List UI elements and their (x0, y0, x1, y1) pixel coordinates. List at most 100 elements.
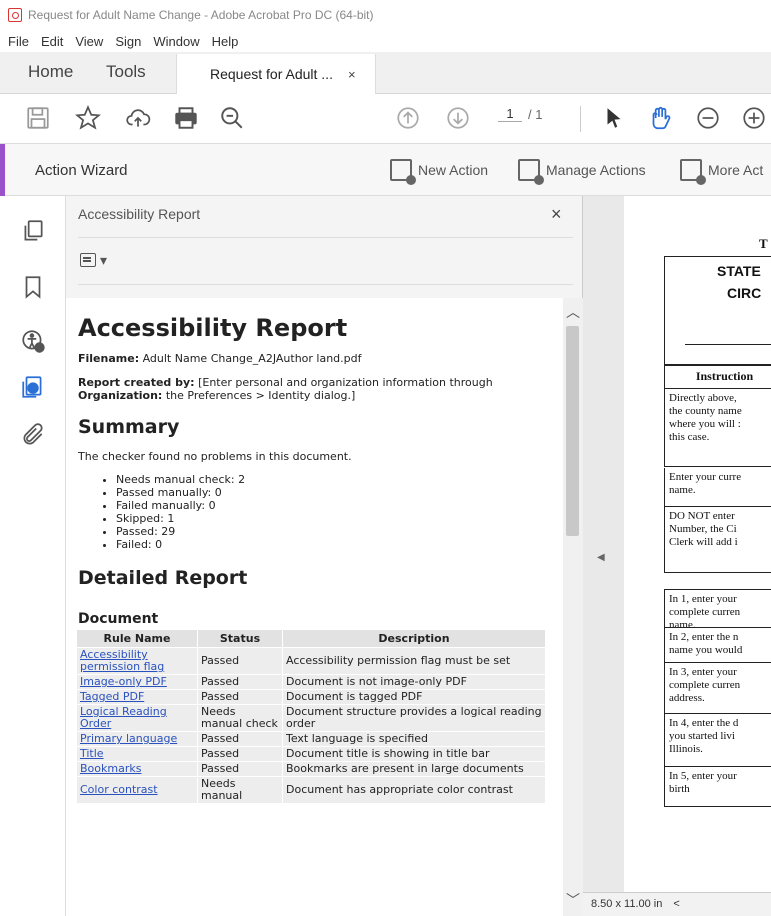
zoom-search-icon[interactable] (218, 104, 246, 132)
summary-text: The checker found no problems in this do… (78, 450, 352, 463)
rule-link[interactable]: Primary language (77, 732, 197, 746)
rule-status: Passed (198, 648, 282, 674)
new-action-label: New Action (418, 162, 489, 178)
page-thumbnails-icon[interactable] (20, 218, 46, 244)
tab-home[interactable]: Home (28, 62, 73, 82)
instruction-cell: Enter your curre name. (664, 468, 771, 507)
bookmarks-icon[interactable] (20, 274, 46, 300)
column-header: Status (198, 630, 282, 647)
rule-link[interactable]: Color contrast (77, 777, 197, 803)
scroll-up-icon[interactable]: ︿ (566, 302, 580, 322)
page-size: 8.50 x 11.00 in (591, 898, 663, 910)
menu-sign[interactable]: Sign (115, 34, 141, 49)
rule-status: Passed (198, 747, 282, 761)
rule-status: Passed (198, 675, 282, 689)
rule-link[interactable]: Title (77, 747, 197, 761)
save-icon[interactable] (24, 104, 52, 132)
new-action-button[interactable]: New Action (390, 159, 489, 185)
state-heading: STATE (717, 263, 761, 279)
table-row: Accessibility permission flag Passed Acc… (77, 648, 545, 674)
instruction-line: name. (669, 619, 696, 628)
cloud-upload-icon[interactable] (124, 104, 152, 132)
instruction-line: In 2, enter the n (669, 631, 739, 643)
scroll-down-icon[interactable]: ﹀ (566, 890, 580, 910)
attachments-paperclip-icon[interactable] (20, 422, 46, 448)
tab-document-label: Request for Adult ... (210, 66, 333, 82)
instruction-line: Enter your curre (669, 471, 742, 483)
collapse-panel-icon[interactable]: ◀ (597, 552, 605, 563)
tab-document[interactable]: Request for Adult ... × (176, 54, 376, 94)
instruction-line: name you would (669, 644, 743, 656)
instruction-cell: In 1, enter your complete curren name. (664, 589, 771, 628)
menu-help[interactable]: Help (212, 34, 239, 49)
manage-actions-button[interactable]: Manage Actions (518, 159, 646, 185)
court-header-box: STATE CIRC (664, 256, 771, 365)
rule-link[interactable]: Accessibility permission flag (77, 648, 197, 674)
page-down-icon[interactable] (444, 104, 472, 132)
page-up-icon[interactable] (394, 104, 422, 132)
accessibility-tags-icon[interactable] (20, 374, 46, 400)
more-actions-button[interactable]: More Act (680, 159, 763, 185)
table-row: Image-only PDF Passed Document is not im… (77, 675, 545, 689)
panel-options-menu[interactable]: ▾ (80, 250, 110, 270)
instruction-line: Clerk will add i (669, 536, 738, 548)
panel-close-icon[interactable]: × (551, 204, 562, 225)
nav-prev-icon[interactable]: < (673, 898, 679, 910)
instruction-cell: Directly above, the county name where you … (664, 389, 771, 467)
menu-edit[interactable]: Edit (41, 34, 63, 49)
page-total: / 1 (528, 107, 543, 122)
instruction-line: In 5, enter your (669, 770, 737, 782)
menu-view[interactable]: View (75, 34, 103, 49)
bookmark-star-icon[interactable] (74, 104, 102, 132)
options-list-icon (80, 253, 96, 267)
new-action-icon (390, 159, 416, 185)
rules-table: Rule Name Status Description Accessibili… (76, 629, 546, 804)
tab-bar: Home Tools Request for Adult ... × (0, 52, 771, 94)
page-heading: T (759, 236, 768, 251)
column-header: Rule Name (77, 630, 197, 647)
instruction-line: Illinois. (669, 743, 703, 755)
scrollbar-thumb[interactable] (566, 326, 579, 536)
rule-description: Bookmarks are present in large documents (283, 762, 545, 776)
instruction-line: complete curren (669, 679, 741, 691)
page-number-input[interactable]: 1 (498, 106, 522, 122)
detailed-report-heading: Detailed Report (78, 567, 248, 589)
report-content: Accessibility Report Filename: Adult Nam… (66, 298, 563, 916)
panel-title: Accessibility Report (78, 206, 201, 222)
instruction-cell: In 2, enter the n name you would (664, 628, 771, 663)
document-view: ◀ T STATE CIRC Instruction Directly abov… (583, 196, 771, 916)
menu-window[interactable]: Window (153, 34, 199, 49)
instruction-line: where you will : (669, 418, 741, 430)
rule-link[interactable]: Image-only PDF (77, 675, 197, 689)
instruction-line: you started livi (669, 730, 735, 742)
instruction-line: the county name (669, 405, 742, 417)
instruction-cell: In 5, enter your birth (664, 767, 771, 807)
rule-status: Passed (198, 762, 282, 776)
menu-file[interactable]: File (8, 34, 29, 49)
zoom-in-icon[interactable] (740, 104, 768, 132)
tab-close-icon[interactable]: × (348, 67, 356, 82)
rule-link[interactable]: Bookmarks (77, 762, 197, 776)
accessibility-checker-icon[interactable] (20, 328, 46, 354)
zoom-out-icon[interactable] (694, 104, 722, 132)
report-created-by: Report created by: [Enter personal and o… (78, 376, 563, 389)
rule-description: Document has appropriate color contrast (283, 777, 545, 803)
table-row: Title Passed Document title is showing i… (77, 747, 545, 761)
report-scrollbar[interactable]: ︿ ﹀ (563, 298, 583, 916)
rule-link[interactable]: Tagged PDF (77, 690, 197, 704)
options-caret-icon: ▾ (100, 251, 108, 268)
rule-status: Passed (198, 690, 282, 704)
tab-tools[interactable]: Tools (106, 62, 146, 82)
table-row: Tagged PDF Passed Document is tagged PDF (77, 690, 545, 704)
acrobat-window: Request for Adult Name Change - Adobe Ac… (0, 0, 771, 916)
column-header: Description (283, 630, 545, 647)
rule-link[interactable]: Logical Reading Order (77, 705, 197, 731)
print-icon[interactable] (172, 104, 200, 132)
select-cursor-icon[interactable] (600, 104, 628, 132)
instruction-cell: DO NOT enter Number, the Ci Clerk will add… (664, 507, 771, 573)
instruction-line: In 4, enter the d (669, 717, 739, 729)
acrobat-logo-icon (8, 8, 22, 22)
hand-tool-icon[interactable] (646, 104, 674, 132)
rule-status: Needs manual (198, 777, 282, 803)
rule-description: Text language is specified (283, 732, 545, 746)
